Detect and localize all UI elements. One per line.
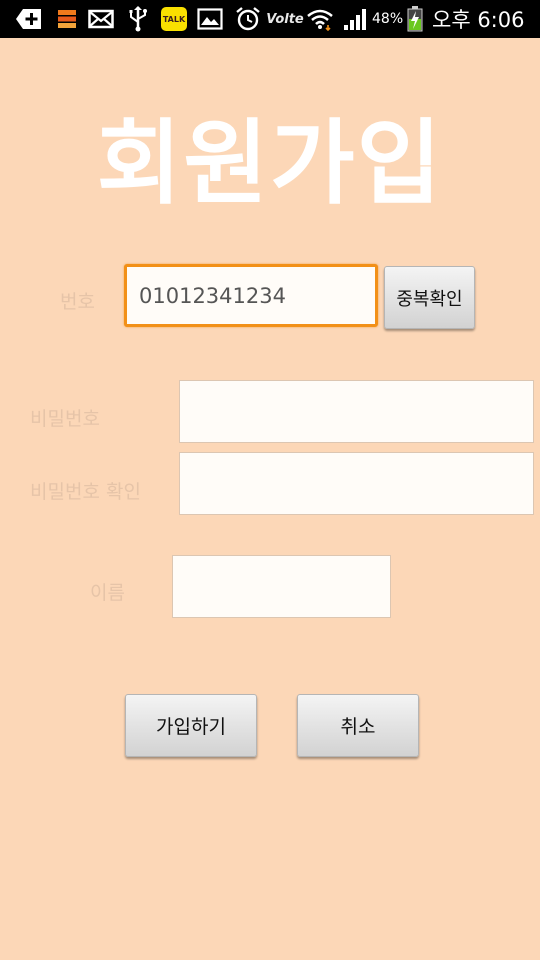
battery-charging-icon	[406, 6, 424, 32]
password-input[interactable]	[179, 380, 534, 443]
name-input[interactable]	[172, 555, 391, 618]
page-title: 회원가입	[96, 110, 444, 217]
cancel-button[interactable]: 취소	[297, 694, 419, 757]
password-confirm-input[interactable]	[179, 452, 534, 515]
signal-icon	[343, 6, 369, 32]
usb-icon	[128, 6, 148, 32]
signup-button[interactable]: 가입하기	[125, 694, 257, 757]
volte-label: Volte	[266, 11, 304, 27]
password-label: 비밀번호	[30, 408, 100, 430]
status-time: 오후 6:06	[432, 8, 525, 32]
add-box-icon	[14, 6, 44, 32]
app-stack-icon	[56, 6, 78, 32]
kakaotalk-icon: TALK	[161, 6, 187, 32]
password-confirm-label: 비밀번호 확인	[30, 481, 141, 503]
duplicate-check-button[interactable]: 중복확인	[384, 266, 475, 329]
volte-icon: Volte	[266, 6, 304, 32]
phone-label: 번호	[60, 291, 95, 313]
battery-percent: 48%	[372, 11, 404, 27]
name-label: 이름	[90, 582, 125, 604]
kakaotalk-label: TALK	[162, 14, 186, 24]
gallery-icon	[196, 6, 224, 32]
wifi-icon	[305, 6, 335, 32]
status-bar: TALK Volte 48% 오후 6:06	[0, 0, 540, 38]
phone-input[interactable]	[124, 264, 378, 327]
alarm-icon	[235, 6, 261, 32]
mail-icon	[88, 6, 114, 32]
